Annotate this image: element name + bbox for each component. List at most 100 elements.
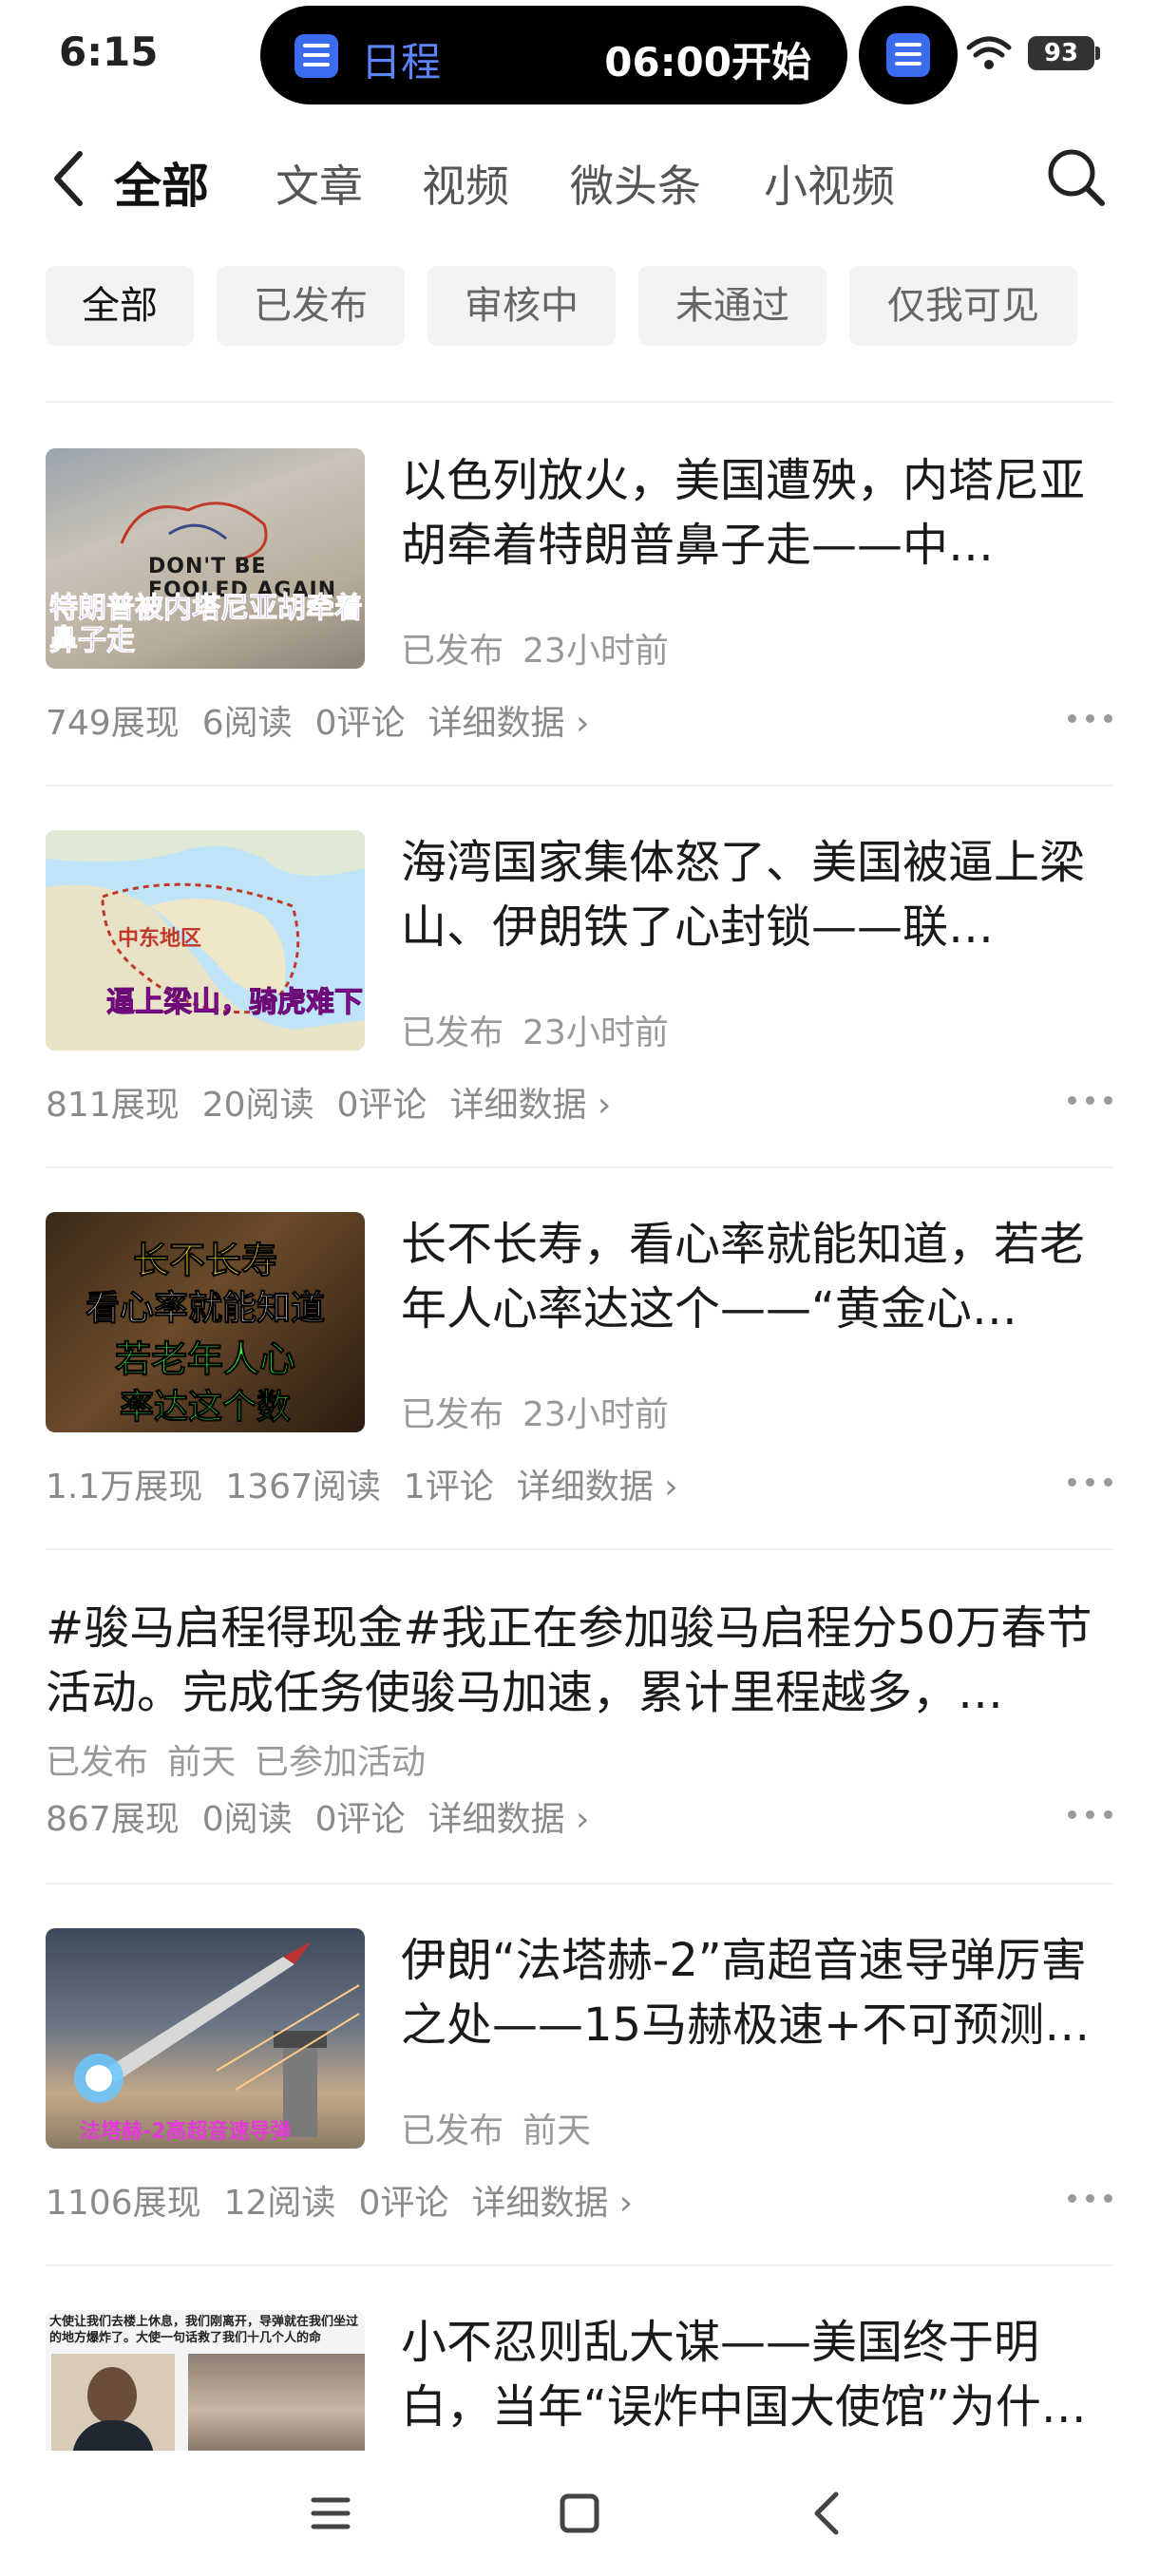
comments-count: 0评论 <box>358 2184 449 2223</box>
filter-reviewing[interactable]: 审核中 <box>428 266 616 346</box>
search-icon[interactable] <box>1045 146 1108 209</box>
thumbnail[interactable]: 中东地区 逼上梁山，骑虎难下 <box>46 830 365 1051</box>
item-stats: 811展现 20阅读 0评论 详细数据 › <box>46 1077 634 1127</box>
timestamp: 前天 <box>522 2112 592 2150</box>
thumbnail-caption: 大使让我们去楼上休息，我们刚离开，导弹就在我们坐过的地方爆炸了。大使一句话救了我… <box>49 2315 359 2345</box>
timestamp: 23小时前 <box>522 1395 669 1434</box>
filter-all[interactable]: 全部 <box>46 266 194 346</box>
thumbnail-caption: 逼上梁山，骑虎难下 <box>106 986 364 1020</box>
tab-articles[interactable]: 文章 <box>276 152 363 215</box>
battery-indicator: 93 <box>1028 36 1100 70</box>
details-link[interactable]: 详细数据 › <box>428 1800 590 1839</box>
map-label: 中东地区 <box>118 927 202 951</box>
reads-count: 20阅读 <box>201 1086 314 1125</box>
reads-count: 0阅读 <box>201 1800 293 1839</box>
list-item[interactable]: 大使让我们去楼上休息，我们刚离开，导弹就在我们坐过的地方爆炸了。大使一句话救了我… <box>46 2310 1113 2453</box>
calendar-icon <box>886 33 930 77</box>
details-link[interactable]: 详细数据 › <box>517 1468 678 1506</box>
item-meta: 已发布 前天 <box>401 2103 610 2152</box>
tab-micro-posts[interactable]: 微头条 <box>570 152 701 215</box>
menu-icon[interactable] <box>302 2485 359 2542</box>
calendar-icon <box>294 34 338 78</box>
impressions-count: 1106展现 <box>46 2184 201 2223</box>
divider <box>46 1883 1113 1885</box>
reads-count: 12阅读 <box>223 2184 336 2223</box>
thumbnail[interactable]: 法塔赫-2高超音速导弹 <box>46 1928 365 2149</box>
item-stats: 1.1万展现 1367阅读 1评论 详细数据 › <box>46 1459 701 1508</box>
list-item[interactable]: 中东地区 逼上梁山，骑虎难下 海湾国家集体怒了、美国被逼上梁山、伊朗铁了心封锁—… <box>46 830 1113 1134</box>
thumbnail[interactable]: 长不长寿 看心率就能知道 若老年人心 率达这个数 <box>46 1212 365 1432</box>
thumbnail-line: 率达这个数 <box>119 1388 291 1428</box>
more-options-icon[interactable] <box>1068 1810 1113 1820</box>
thumbnail[interactable]: 大使让我们去楼上休息，我们刚离开，导弹就在我们坐过的地方爆炸了。大使一句话救了我… <box>46 2310 365 2453</box>
building-image <box>188 2354 365 2453</box>
tab-all[interactable]: 全部 <box>114 148 209 217</box>
wifi-icon <box>966 36 1012 69</box>
thumbnail-line: 若老年人心 <box>114 1338 295 1381</box>
divider <box>46 1166 1113 1168</box>
status-label: 已发布 <box>46 1743 149 1782</box>
thumbnail-caption: 法塔赫-2高超音速导弹 <box>80 2120 292 2144</box>
comments-count: 0评论 <box>336 1086 428 1125</box>
item-meta: 已发布 23小时前 <box>401 623 688 672</box>
comments-count: 0评论 <box>314 1800 406 1839</box>
details-link[interactable]: 详细数据 › <box>428 704 590 743</box>
details-link[interactable]: 详细数据 › <box>471 2184 633 2223</box>
impressions-count: 749展现 <box>46 704 180 743</box>
item-meta: 已发布 前天 已参加活动 <box>46 1734 445 1784</box>
tab-short-videos[interactable]: 小视频 <box>764 152 895 215</box>
thumbnail[interactable]: DON'T BE FOOLED AGAIN 特朗普被内塔尼亚胡牵着鼻子走 <box>46 448 365 669</box>
item-stats: 867展现 0阅读 0评论 详细数据 › <box>46 1791 612 1841</box>
item-title[interactable]: 长不长寿，看心率就能知道，若老年人心率达这个——“黄金心… <box>401 1212 1113 1341</box>
impressions-count: 1.1万展现 <box>46 1468 203 1506</box>
content-nav: 全部 文章 视频 微头条 小视频 <box>0 133 1159 228</box>
list-item[interactable]: #骏马启程得现金#我正在参加骏马启程分50万春节活动。完成任务使骏马加速，累计里… <box>46 1596 1113 1852</box>
item-title[interactable]: #骏马启程得现金#我正在参加骏马启程分50万春节活动。完成任务使骏马加速，累计里… <box>46 1596 1113 1725</box>
reads-count: 1367阅读 <box>225 1468 381 1506</box>
thumbnail-line: 看心率就能知道 <box>85 1289 325 1329</box>
more-options-icon[interactable] <box>1068 714 1113 724</box>
status-label: 已发布 <box>401 1013 504 1052</box>
dynamic-island-schedule[interactable]: 日程 06:00开始 <box>260 6 847 104</box>
item-title[interactable]: 小不忍则乱大谋——美国终于明白，当年“误炸中国大使馆”为什… <box>401 2310 1113 2439</box>
filter-rejected[interactable]: 未通过 <box>638 266 826 346</box>
item-title[interactable]: 伊朗“法塔赫-2”高超音速导弹厉害之处——15马赫极速+不可预测… <box>401 1928 1113 2057</box>
clock: 6:15 <box>59 28 159 75</box>
item-stats: 749展现 6阅读 0评论 详细数据 › <box>46 695 612 745</box>
status-label: 已发布 <box>401 2112 504 2150</box>
status-label: 已发布 <box>401 632 504 671</box>
tab-videos[interactable]: 视频 <box>422 152 509 215</box>
back-nav-icon[interactable] <box>800 2485 857 2542</box>
timestamp: 前天 <box>167 1743 237 1782</box>
island-time: 06:00开始 <box>604 39 811 85</box>
timestamp: 23小时前 <box>522 1013 669 1052</box>
item-title[interactable]: 以色列放火，美国遭殃，内塔尼亚胡牵着特朗普鼻子走——中… <box>401 448 1113 578</box>
filter-private[interactable]: 仅我可见 <box>849 266 1077 346</box>
item-meta: 已发布 23小时前 <box>401 1005 688 1054</box>
back-icon[interactable] <box>46 148 93 209</box>
item-title[interactable]: 海湾国家集体怒了、美国被逼上梁山、伊朗铁了心封锁——联… <box>401 830 1113 959</box>
item-stats: 1106展现 12阅读 0评论 详细数据 › <box>46 2175 656 2225</box>
thumbnail-line: 长不长寿 <box>132 1240 277 1282</box>
more-options-icon[interactable] <box>1068 1478 1113 1487</box>
home-icon[interactable] <box>551 2485 608 2542</box>
status-bar: 6:15 日程 06:00开始 93 <box>0 0 1159 106</box>
comments-count: 1评论 <box>403 1468 494 1506</box>
filter-published[interactable]: 已发布 <box>217 266 405 346</box>
details-link[interactable]: 详细数据 › <box>449 1086 611 1125</box>
island-title: 日程 <box>361 39 442 85</box>
impressions-count: 811展现 <box>46 1086 180 1125</box>
system-navigation-bar <box>0 2451 1159 2576</box>
more-options-icon[interactable] <box>1068 1096 1113 1106</box>
timestamp: 23小时前 <box>522 632 669 671</box>
item-meta: 已发布 23小时前 <box>401 1387 688 1436</box>
reads-count: 6阅读 <box>201 704 293 743</box>
more-options-icon[interactable] <box>1068 2194 1113 2204</box>
divider <box>46 785 1113 786</box>
list-item[interactable]: 长不长寿 看心率就能知道 若老年人心 率达这个数 长不长寿，看心率就能知道，若老… <box>46 1212 1113 1516</box>
dynamic-island-secondary[interactable] <box>859 6 958 104</box>
list-item[interactable]: 法塔赫-2高超音速导弹 伊朗“法塔赫-2”高超音速导弹厉害之处——15马赫极速+… <box>46 1928 1113 2232</box>
comments-count: 0评论 <box>314 704 406 743</box>
activity-badge: 已参加活动 <box>255 1743 427 1782</box>
list-item[interactable]: DON'T BE FOOLED AGAIN 特朗普被内塔尼亚胡牵着鼻子走 以色列… <box>46 448 1113 752</box>
